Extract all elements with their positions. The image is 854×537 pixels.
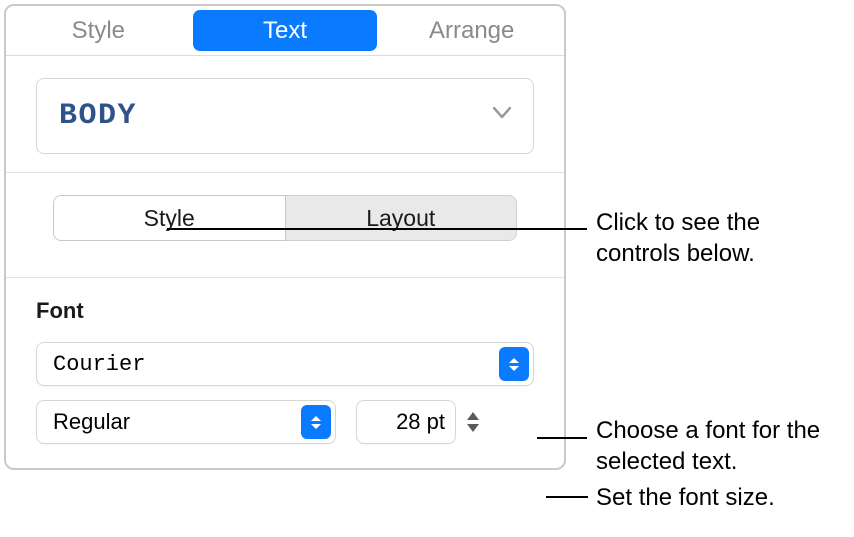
segment-layout[interactable]: Layout	[286, 195, 518, 241]
font-size-group: 28 pt	[356, 400, 484, 444]
font-family-label: Courier	[53, 352, 499, 377]
font-size-stepper[interactable]	[462, 403, 484, 441]
font-family-popup[interactable]: Courier	[36, 342, 534, 386]
font-weight-label: Regular	[53, 409, 301, 435]
popup-arrows-icon	[301, 405, 331, 439]
callout-segmented-text: Click to see the controls below.	[596, 209, 760, 267]
font-size-value: 28 pt	[396, 409, 445, 435]
stepper-down-icon	[467, 424, 479, 432]
callout-font-size-text: Set the font size.	[596, 484, 775, 511]
chevron-down-icon	[493, 107, 511, 125]
popup-arrows-icon	[499, 347, 529, 381]
font-heading: Font	[36, 298, 534, 324]
callout-leader	[167, 228, 587, 230]
text-subsection-segmented: Style Layout	[53, 195, 517, 241]
font-row-2: Regular 28 pt	[36, 400, 534, 444]
paragraph-style-section: BODY	[6, 56, 564, 173]
font-section: Font Courier Regular 28 pt	[6, 278, 564, 468]
callout-font-family: Choose a font for the selected text.	[596, 415, 854, 477]
tab-style[interactable]: Style	[6, 6, 191, 55]
format-inspector-panel: Style Text Arrange BODY Style Layout Fon…	[4, 4, 566, 470]
callout-segmented: Click to see the controls below.	[596, 207, 846, 269]
callout-font-size: Set the font size.	[596, 482, 846, 513]
paragraph-style-label: BODY	[59, 99, 137, 133]
tab-text[interactable]: Text	[193, 10, 378, 51]
text-subsection-wrap: Style Layout	[6, 195, 564, 278]
segment-style[interactable]: Style	[53, 195, 286, 241]
callout-leader	[537, 437, 587, 439]
stepper-up-icon	[467, 412, 479, 420]
callout-leader	[546, 496, 588, 498]
tab-style-label: Style	[72, 17, 125, 45]
font-weight-popup[interactable]: Regular	[36, 400, 336, 444]
callout-font-family-text: Choose a font for the selected text.	[596, 417, 820, 475]
tab-text-label: Text	[263, 17, 307, 45]
font-size-field[interactable]: 28 pt	[356, 400, 456, 444]
inspector-tabbar: Style Text Arrange	[6, 6, 564, 56]
tab-arrange[interactable]: Arrange	[379, 6, 564, 55]
tab-arrange-label: Arrange	[429, 17, 514, 45]
paragraph-style-popup[interactable]: BODY	[36, 78, 534, 154]
